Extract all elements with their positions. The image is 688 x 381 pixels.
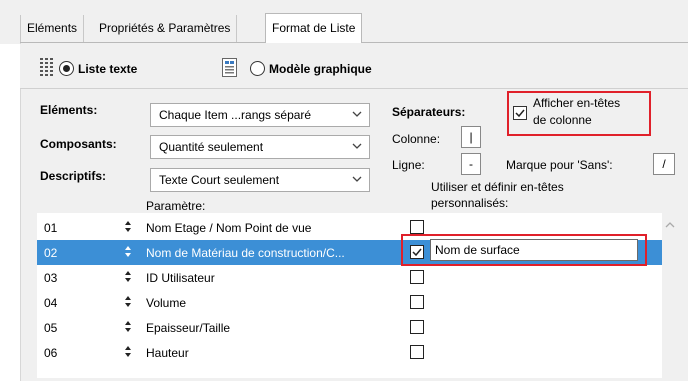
descriptives-label: Descriptifs:: [40, 169, 107, 183]
tab-elements[interactable]: Eléments: [20, 15, 85, 42]
graphic-model-label[interactable]: Modèle graphique: [269, 62, 372, 76]
row-separator-label: Ligne:: [392, 158, 425, 172]
row-header-checkbox[interactable]: [410, 320, 424, 334]
chevron-down-icon: [352, 176, 362, 182]
list-text-icon: [40, 58, 53, 76]
show-headers-label-line2[interactable]: de colonne: [533, 113, 592, 127]
row-parameter-name: ID Utilisateur: [146, 271, 215, 285]
components-label: Composants:: [40, 137, 117, 151]
row-number: 06: [44, 346, 58, 360]
custom-headers-label-line1: Utiliser et définir en-têtes: [431, 180, 564, 194]
chevron-down-icon: [352, 143, 362, 149]
row-parameter-name: Nom de Matériau de construction/C...: [146, 246, 345, 260]
list-item[interactable]: 05 Epaisseur/Taille: [37, 315, 662, 340]
scroll-up-icon[interactable]: [664, 220, 676, 230]
row-number: 01: [44, 221, 58, 235]
list-text-label[interactable]: Liste texte: [78, 62, 137, 76]
column-separator-input[interactable]: |: [461, 126, 481, 148]
sort-arrows-icon[interactable]: [124, 220, 132, 233]
row-number: 05: [44, 321, 58, 335]
column-separator-label: Colonne:: [392, 132, 441, 146]
list-item[interactable]: 03 ID Utilisateur: [37, 265, 662, 290]
tab-list-format[interactable]: Format de Liste: [265, 13, 363, 43]
row-header-checkbox[interactable]: [410, 220, 424, 234]
row-number: 02: [44, 246, 58, 260]
radio-selected-dot: [63, 65, 70, 72]
show-headers-checkbox[interactable]: [513, 106, 527, 120]
elements-dropdown-value: Chaque Item ...rangs séparé: [159, 108, 312, 122]
components-dropdown-value: Quantité seulement: [159, 140, 264, 154]
graphic-model-radio[interactable]: [250, 61, 265, 76]
graphic-model-icon: [222, 58, 237, 77]
row-header-checkbox[interactable]: [410, 345, 424, 359]
row-header-checkbox[interactable]: [410, 270, 424, 284]
descriptives-dropdown-value: Texte Court seulement: [159, 173, 280, 187]
row-parameter-name: Epaisseur/Taille: [146, 321, 231, 335]
row-separator-input[interactable]: -: [461, 153, 481, 175]
mode-divider: [20, 88, 688, 89]
list-item[interactable]: 04 Volume: [37, 290, 662, 315]
components-dropdown[interactable]: Quantité seulement: [150, 135, 370, 159]
sort-arrows-icon[interactable]: [124, 345, 132, 358]
list-item[interactable]: 06 Hauteur: [37, 340, 662, 365]
separators-label: Séparateurs:: [392, 105, 466, 119]
chevron-down-icon: [352, 111, 362, 117]
sort-arrows-icon[interactable]: [124, 320, 132, 333]
row-number: 04: [44, 296, 58, 310]
show-headers-label-line1[interactable]: Afficher en-têtes: [533, 96, 620, 110]
custom-headers-label-line2: personnalisés:: [431, 196, 509, 210]
sort-arrows-icon[interactable]: [124, 270, 132, 283]
descriptives-dropdown[interactable]: Texte Court seulement: [150, 168, 370, 192]
checkmark-icon: [515, 109, 525, 118]
row-header-checkbox[interactable]: [410, 295, 424, 309]
none-mark-label: Marque pour 'Sans':: [506, 158, 613, 172]
none-mark-input[interactable]: /: [653, 153, 675, 175]
custom-header-highlight: [401, 234, 647, 266]
elements-label: Eléments:: [40, 103, 98, 117]
list-text-radio[interactable]: [59, 61, 74, 76]
row-number: 03: [44, 271, 58, 285]
row-parameter-name: Hauteur: [146, 346, 189, 360]
tab-properties-parameters[interactable]: Propriétés & Paramètres: [93, 15, 238, 42]
parametre-header: Paramètre:: [146, 199, 206, 213]
sort-arrows-icon[interactable]: [124, 295, 132, 308]
row-parameter-name: Volume: [146, 296, 187, 310]
elements-dropdown[interactable]: Chaque Item ...rangs séparé: [150, 103, 370, 127]
sort-arrows-icon[interactable]: [124, 245, 132, 258]
row-parameter-name: Nom Etage / Nom Point de vue: [146, 221, 312, 235]
